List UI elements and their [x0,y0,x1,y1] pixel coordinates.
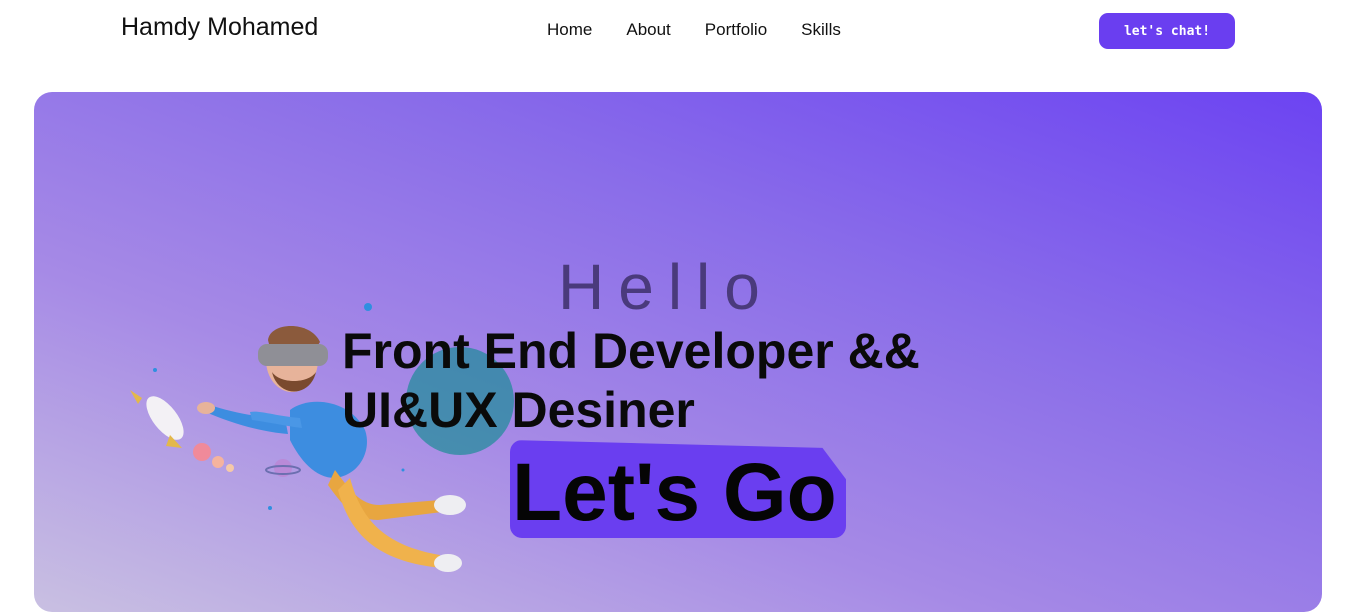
nav-about-link[interactable]: About [626,20,670,40]
hero-greeting: Hello [558,251,774,323]
nav-skills-link[interactable]: Skills [801,20,841,40]
nav-portfolio-link[interactable]: Portfolio [705,20,767,40]
role-line-1: Front End Developer && [342,323,920,379]
vr-headset-icon [258,344,328,366]
nav-home-link[interactable]: Home [547,20,592,40]
role-line-2: UI&UX Desiner [342,382,695,438]
lets-chat-button[interactable]: let's chat! [1099,13,1235,49]
lets-go-button[interactable]: Let's Go [510,440,846,538]
brand-name[interactable]: Hamdy Mohamed [121,13,318,42]
rocket-icon [130,390,234,472]
top-nav-bar: Hamdy Mohamed Home About Portfolio Skill… [0,0,1352,70]
hero-role-title: Front End Developer && UI&UX Desiner [342,322,982,440]
lets-go-label: Let's Go [512,447,837,538]
main-nav: Home About Portfolio Skills [547,20,841,40]
planet-icon [265,459,301,477]
